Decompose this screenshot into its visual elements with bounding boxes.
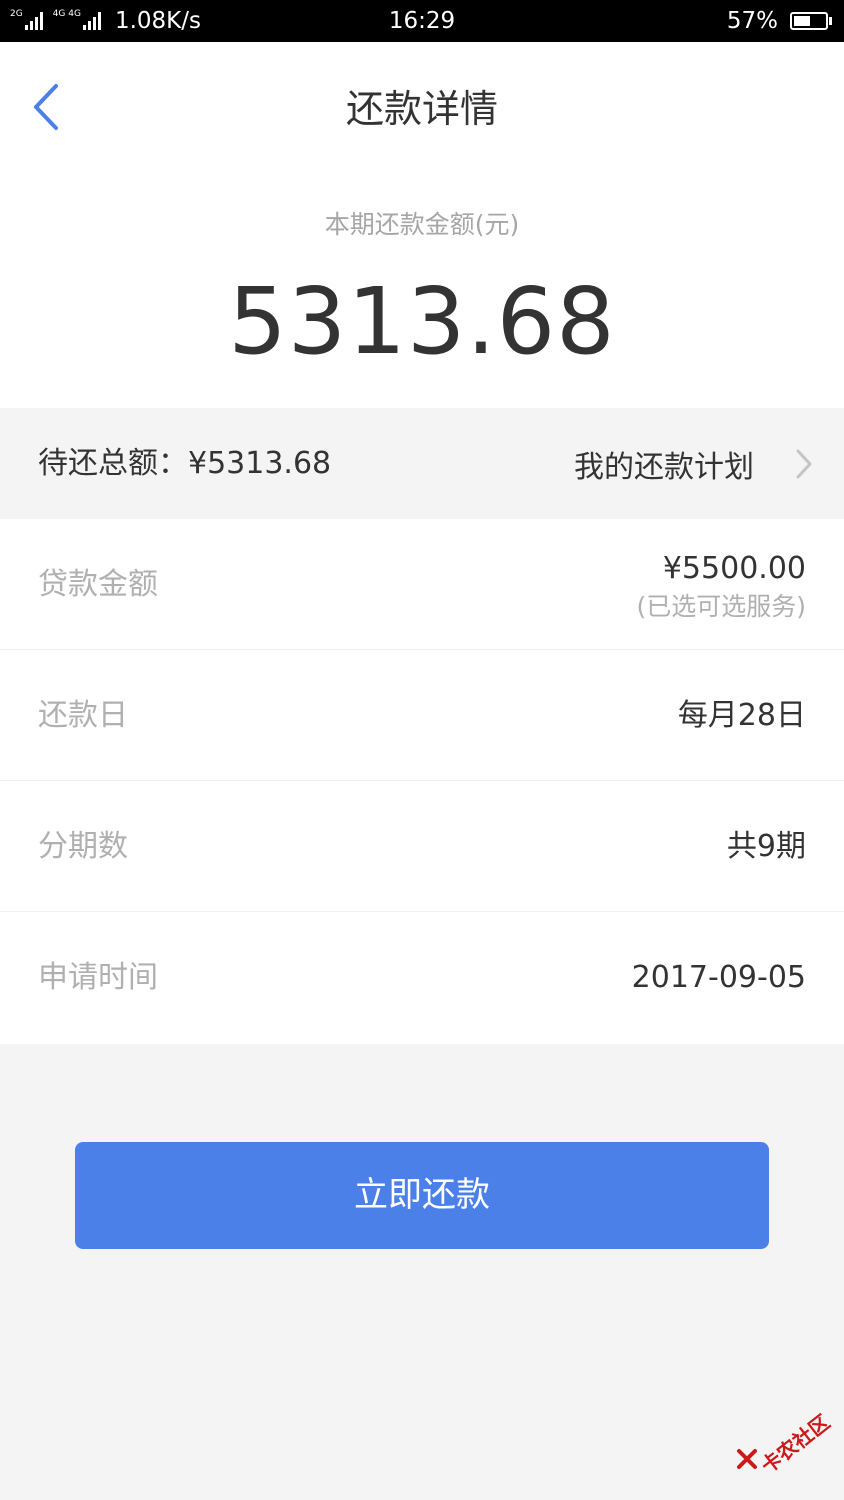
watermark-logo: 卡农社区 (736, 1408, 836, 1478)
status-bar: 2G 4G 4G 1.08K/s 16:29 57% (0, 0, 844, 42)
detail-value: 2017-09-05 (631, 960, 806, 995)
nav-header: 还款详情 (0, 42, 844, 177)
status-bar-right: 57% (727, 0, 832, 42)
amount-section: 本期还款金额(元) 5313.68 (0, 177, 844, 408)
amount-label: 本期还款金额(元) (324, 210, 520, 239)
pay-now-button[interactable]: 立即还款 (75, 1142, 769, 1249)
battery-tip (829, 17, 832, 25)
amount-value: 5313.68 (228, 268, 616, 375)
detail-label: 还款日 (38, 698, 128, 733)
status-clock: 16:29 (388, 8, 456, 34)
repayment-plan-link[interactable]: 我的还款计划 (574, 408, 814, 519)
watermark-text: 卡农社区 (756, 1409, 835, 1479)
detail-row-loan-amount: 贷款金额 ¥5500.00 (已选可选服务) (0, 519, 844, 650)
total-outstanding: 待还总额：¥5313.68 (38, 446, 332, 481)
detail-value: ¥5500.00 (662, 551, 806, 586)
detail-label: 申请时间 (38, 960, 158, 995)
detail-row-installments: 分期数 共9期 (0, 781, 844, 912)
battery-level-fill (794, 16, 810, 26)
detail-value: 每月28日 (677, 698, 806, 733)
page-title: 还款详情 (345, 87, 498, 131)
detail-value-stack: ¥5500.00 (已选可选服务) (636, 549, 806, 625)
detail-label: 贷款金额 (38, 567, 158, 602)
chevron-right-icon (794, 447, 814, 481)
watermark-mark-icon (737, 1449, 757, 1469)
detail-value: 共9期 (726, 829, 806, 864)
repayment-plan-label: 我的还款计划 (574, 449, 754, 485)
detail-row-repayment-day: 还款日 每月28日 (0, 650, 844, 781)
detail-subvalue: (已选可选服务) (636, 592, 806, 621)
battery-icon (790, 12, 828, 30)
battery-percentage: 57% (726, 8, 778, 34)
summary-bar: 待还总额：¥5313.68 我的还款计划 (0, 408, 844, 519)
detail-list: 贷款金额 ¥5500.00 (已选可选服务) 还款日 每月28日 分期数 共9期… (0, 519, 844, 1044)
detail-row-application-date: 申请时间 2017-09-05 (0, 912, 844, 1044)
detail-label: 分期数 (38, 829, 128, 864)
